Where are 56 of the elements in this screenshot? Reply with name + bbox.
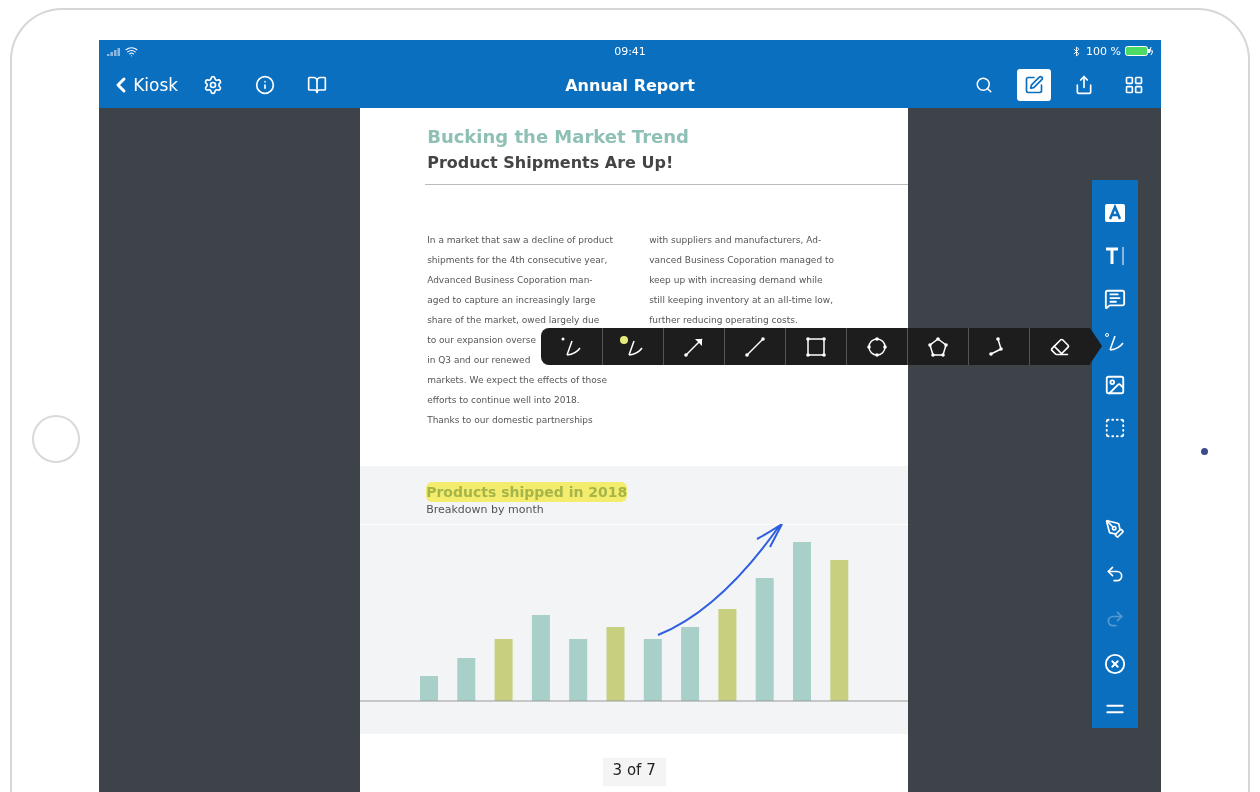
body-text-line: still keeping inventory at an all-time low, xyxy=(649,294,834,307)
signal-icon xyxy=(107,46,122,56)
selection-icon xyxy=(1103,417,1126,439)
circle-icon xyxy=(866,335,889,358)
edit-icon xyxy=(1023,75,1044,95)
chart-title: Products shipped in 2018 xyxy=(426,482,628,502)
eraser-icon xyxy=(1050,336,1071,357)
wifi-icon xyxy=(125,44,139,58)
grid-icon xyxy=(1123,75,1144,95)
status-time: 09:41 xyxy=(614,44,646,58)
toolbar-button[interactable] xyxy=(1016,69,1051,101)
info-icon xyxy=(255,75,276,95)
chart-bar xyxy=(569,639,588,701)
text-box-icon xyxy=(1103,203,1126,224)
body-text-line: in Q3 and our renewed xyxy=(427,354,531,367)
window-title: Annual Report xyxy=(565,75,695,95)
body-text-line: markets. We expect the effects of those xyxy=(427,374,607,387)
body-text-line: In a market that saw a decline of product xyxy=(427,234,613,247)
body-text-line: Thanks to our domestic partnerships xyxy=(427,414,593,427)
document-subheading: Product Shipments Are Up! xyxy=(427,153,675,172)
body-text-line: Advanced Business Coporation man- xyxy=(427,274,593,287)
rectangle-icon xyxy=(805,335,828,358)
chart-bar xyxy=(457,658,476,701)
body-text-line: vanced Business Coporation managed to xyxy=(649,254,834,267)
pen-stroke-icon xyxy=(559,335,584,358)
body-text-line: with suppliers and manufacturers, Ad- xyxy=(649,234,822,247)
chart-bar xyxy=(420,676,439,701)
close-icon xyxy=(1103,652,1126,675)
body-text-line: further reducing operating costs. xyxy=(649,314,798,327)
body-text-line: to our expansion overse xyxy=(427,334,537,347)
body-text-line: shipments for the 4th consecutive year, xyxy=(427,254,608,267)
body-text-line: efforts to continue well into 2018. xyxy=(427,394,580,407)
settings-icon xyxy=(203,75,224,95)
chart-subtitle: Breakdown by month xyxy=(426,503,545,516)
page-indicator: 3 of 7 xyxy=(602,758,666,786)
chart-bar xyxy=(643,639,662,701)
battery-percent: 100 % xyxy=(1085,44,1121,58)
undo-icon xyxy=(1104,563,1125,584)
back-button[interactable]: Kiosk xyxy=(109,73,179,97)
comment-icon xyxy=(1103,288,1126,311)
search-icon xyxy=(974,76,993,94)
battery-icon xyxy=(1124,46,1153,56)
body-text-line: aged to capture an increasingly large xyxy=(427,294,596,307)
arrow-icon xyxy=(683,335,706,358)
pentagon-icon xyxy=(927,335,950,358)
document-heading: Bucking the Market Trend xyxy=(427,126,690,147)
body-text-line: share of the market, owed largely due xyxy=(427,314,600,327)
pen-stroke-icon xyxy=(1103,332,1126,353)
book-icon xyxy=(307,75,328,95)
camera-dot xyxy=(1200,448,1208,455)
chart-bar xyxy=(494,639,513,701)
pen-nib-icon xyxy=(1104,518,1125,539)
line-icon xyxy=(744,335,767,358)
text-cursor-icon xyxy=(1103,246,1126,267)
body-text-line: keep up with increasing demand while xyxy=(649,274,823,287)
image-icon xyxy=(1103,374,1126,397)
